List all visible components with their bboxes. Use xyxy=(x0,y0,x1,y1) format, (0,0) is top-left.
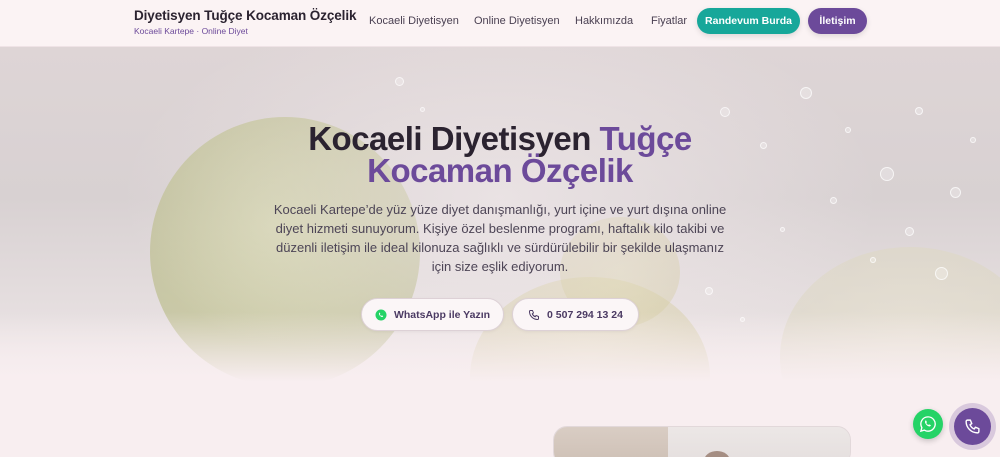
whatsapp-icon xyxy=(919,416,936,433)
whatsapp-icon xyxy=(375,309,387,320)
hero-lead: Kocaeli Kartepe’de yüz yüze diyet danışm… xyxy=(270,200,730,276)
hero-lead-line-2: diyet hizmeti sunuyorum. Kişiye özel bes… xyxy=(275,221,725,236)
floating-call-button[interactable] xyxy=(954,408,991,445)
nav-online-diyetisyen[interactable]: Online Diyetisyen xyxy=(474,15,560,27)
phone-button-label: 0 507 294 13 24 xyxy=(547,308,623,321)
whatsapp-button[interactable]: WhatsApp ile Yazın xyxy=(361,298,504,331)
hero-title-part3: Kocaman Özçelik xyxy=(367,152,633,189)
hero-lead-line-4: için size eşlik ediyorum. xyxy=(431,259,569,274)
phone-icon xyxy=(965,419,980,434)
hero-lead-line-1: Kocaeli Kartepe’de yüz yüze diyet danışm… xyxy=(273,202,727,217)
phone-button[interactable]: 0 507 294 13 24 xyxy=(512,298,639,331)
hero-lead-line-3: düzenli iletişim ile ideal kilonuza sağl… xyxy=(276,240,724,255)
site-header: Diyetisyen Tuğçe Kocaman Özçelik Kocaeli… xyxy=(0,0,1000,47)
brand-subtitle: Kocaeli Kartepe · Online Diyet xyxy=(134,26,248,36)
brand-title[interactable]: Diyetisyen Tuğçe Kocaman Özçelik xyxy=(134,8,356,23)
contact-button[interactable]: İletişim xyxy=(808,8,867,34)
nav-fiyatlar[interactable]: Fiyatlar xyxy=(651,15,687,27)
profile-photo xyxy=(553,426,851,457)
floating-whatsapp-button[interactable] xyxy=(913,409,943,439)
nav-kocaeli-diyetisyen[interactable]: Kocaeli Diyetisyen xyxy=(369,15,459,27)
nav-hakkimizda[interactable]: Hakkımızda xyxy=(575,15,633,27)
appointment-button[interactable]: Randevum Burda xyxy=(697,8,800,34)
phone-icon xyxy=(529,309,540,320)
whatsapp-button-label: WhatsApp ile Yazın xyxy=(393,308,491,321)
brand[interactable]: Diyetisyen Tuğçe Kocaman Özçelik Kocaeli… xyxy=(134,8,356,36)
